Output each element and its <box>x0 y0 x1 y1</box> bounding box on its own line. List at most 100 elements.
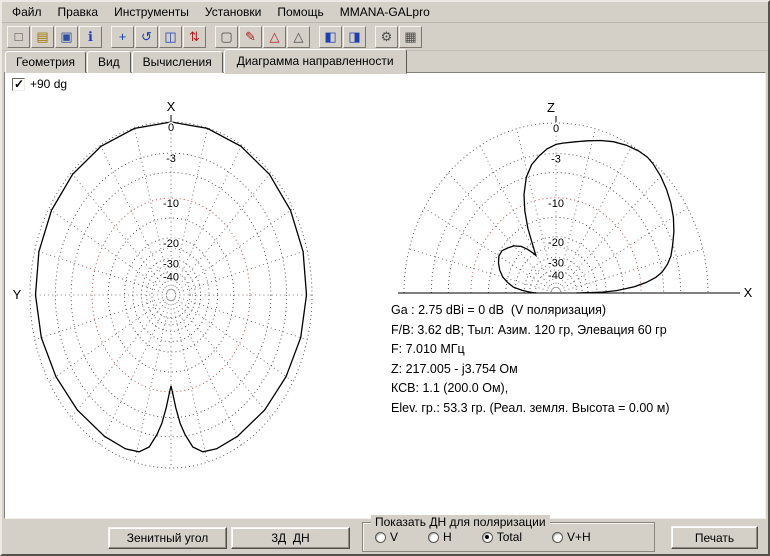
data-table-button[interactable]: ▦ <box>399 26 422 48</box>
copy-button[interactable]: ◧ <box>319 26 342 48</box>
azimuth-plot: 0-3-10-20-30-40XY <box>13 99 312 468</box>
grid-spoke <box>424 208 552 290</box>
menu-mmana-galpro[interactable]: MMANA-GALpro <box>332 3 438 21</box>
grid-spoke <box>172 300 207 462</box>
grid-spoke <box>35 296 167 339</box>
toolbar-group: □ ▤ ▣ ℹ <box>7 26 103 48</box>
grid-spoke <box>101 299 169 444</box>
scale-levels-icon: ⇅ <box>189 30 200 43</box>
elevation-plot: 0-3-10-20-30-40ZX <box>398 100 753 300</box>
data-table-icon: ▦ <box>404 30 416 43</box>
grid-spoke <box>175 209 293 293</box>
save-file-icon: ▣ <box>60 30 72 43</box>
axis-side-label: Y <box>13 287 22 302</box>
grid-spoke <box>101 145 169 290</box>
menu-tools[interactable]: Инструменты <box>106 3 197 21</box>
calculate-triangle-button[interactable]: △ <box>263 26 286 48</box>
grid-spoke <box>175 250 307 293</box>
copy-icon: ◧ <box>324 30 336 43</box>
plus90dg-checkbox[interactable]: ✓ <box>12 78 25 91</box>
db-ring-label: 0 <box>168 122 174 134</box>
pattern-triangle-button[interactable]: △ <box>287 26 310 48</box>
grid-spoke <box>49 298 167 382</box>
save-file-button[interactable]: ▣ <box>55 26 78 48</box>
results-line: Ga : 2.75 dBi = 0 dB (V поляризация) <box>391 301 670 321</box>
calculate-triangle-icon: △ <box>270 30 280 43</box>
print-button[interactable]: Печать <box>671 526 758 549</box>
db-ring-label: -3 <box>551 154 561 166</box>
menubar: ФайлПравкаИнструментыУстановкиПомощьMMAN… <box>2 2 768 23</box>
radio-circle-h <box>428 532 439 543</box>
radio-v[interactable]: V <box>375 530 398 544</box>
menu-edit[interactable]: Правка <box>50 3 107 21</box>
bottom-controls: Зенитный угол 3Д ДН Показать ДН для поля… <box>2 519 768 554</box>
rotate-element-button[interactable]: ↺ <box>135 26 158 48</box>
pattern-plots-canvas: 0-3-10-20-30-40XY0-3-10-20-30-40ZX <box>5 73 767 520</box>
db-ring-label: -3 <box>166 153 176 165</box>
rotate-element-icon: ↺ <box>141 30 152 43</box>
db-ring-label: -40 <box>548 270 564 282</box>
move-element-icon: + <box>119 30 127 43</box>
new-file-icon: □ <box>15 30 23 43</box>
paste-button[interactable]: ◨ <box>343 26 366 48</box>
tab-geometry[interactable]: Геометрия <box>5 51 86 73</box>
axis-top-label: X <box>167 99 176 114</box>
scale-levels-button[interactable]: ⇅ <box>183 26 206 48</box>
grid-spoke <box>175 298 293 382</box>
results-line: Z: 217.005 - j3.754 Ом <box>391 360 670 380</box>
radio-h[interactable]: H <box>428 530 452 544</box>
options-tools-button[interactable]: ⚙ <box>375 26 398 48</box>
open-file-button[interactable]: ▤ <box>31 26 54 48</box>
edit-antenna-icon: ✎ <box>245 30 256 43</box>
menu-setup[interactable]: Установки <box>197 3 269 21</box>
far-field-plot-panel: ✓ +90 dg 0-3-10-20-30-40XY0-3-10-20-30-4… <box>4 72 766 519</box>
radio-circle-v-plus-h <box>552 532 563 543</box>
results-text: Ga : 2.75 dBi = 0 dB (V поляризация)F/B:… <box>391 301 670 418</box>
grid-spoke <box>173 299 241 444</box>
elevation-pattern-curve <box>499 141 674 294</box>
grid-spoke <box>173 145 241 290</box>
3d-pattern-button[interactable]: 3Д ДН <box>231 527 350 549</box>
db-ring-label: -10 <box>548 198 564 210</box>
menu-file[interactable]: Файл <box>4 3 50 21</box>
axis-side-label: X <box>744 285 753 300</box>
wire-edit-page-button[interactable]: ▢ <box>215 26 238 48</box>
toolbar: □▤▣ℹ+↺◫⇅▢✎△△◧◨⚙▦ <box>2 23 768 51</box>
tab-view[interactable]: Вид <box>87 51 131 73</box>
radio-v-plus-h[interactable]: V+H <box>552 530 591 544</box>
toolbar-group: ⚙▦ <box>375 26 423 48</box>
tab-strip: ГеометрияВидВычисленияДиаграмма направле… <box>5 52 408 72</box>
tab-calculations[interactable]: Вычисления <box>132 51 223 73</box>
grid-spoke <box>174 299 271 418</box>
axis-top-label: Z <box>547 100 555 115</box>
duplicate-view-button[interactable]: ◫ <box>159 26 182 48</box>
open-file-icon: ▤ <box>36 30 48 43</box>
toolbar-group: + ↺ ◫ ⇅ <box>111 26 207 48</box>
db-ring <box>55 153 286 437</box>
db-ring-label: 0 <box>553 123 559 135</box>
grid-spoke <box>174 173 271 292</box>
new-file-button[interactable]: □ <box>7 26 30 48</box>
radio-circle-total <box>482 532 493 543</box>
grid-spoke <box>71 173 168 292</box>
radio-total[interactable]: Total <box>482 530 522 544</box>
toolbar-group: ◧◨ <box>319 26 367 48</box>
grid-spoke <box>560 208 688 290</box>
polarization-groupbox-title: Показать ДН для поляризации <box>371 515 550 529</box>
plus90dg-checkbox-label: +90 dg <box>30 77 67 91</box>
grid-spoke <box>560 249 702 292</box>
toolbar-group: ▢ ✎ △ △ <box>215 26 311 48</box>
radio-circle-v <box>375 532 386 543</box>
options-tools-icon: ⚙ <box>381 30 393 43</box>
grid-spoke <box>175 296 307 339</box>
grid-spoke <box>71 299 168 418</box>
edit-antenna-button[interactable]: ✎ <box>239 26 262 48</box>
tab-far-field-plots[interactable]: Диаграмма направленности <box>224 49 407 74</box>
program-info-button[interactable]: ℹ <box>79 26 102 48</box>
menu-help[interactable]: Помощь <box>269 3 331 21</box>
move-element-button[interactable]: + <box>111 26 134 48</box>
grid-spoke <box>480 146 554 289</box>
mmana-gal-window: ФайлПравкаИнструментыУстановкиПомощьMMAN… <box>0 0 770 556</box>
zenith-angle-button[interactable]: Зенитный угол <box>108 527 227 549</box>
radio-label-total: Total <box>497 530 522 544</box>
